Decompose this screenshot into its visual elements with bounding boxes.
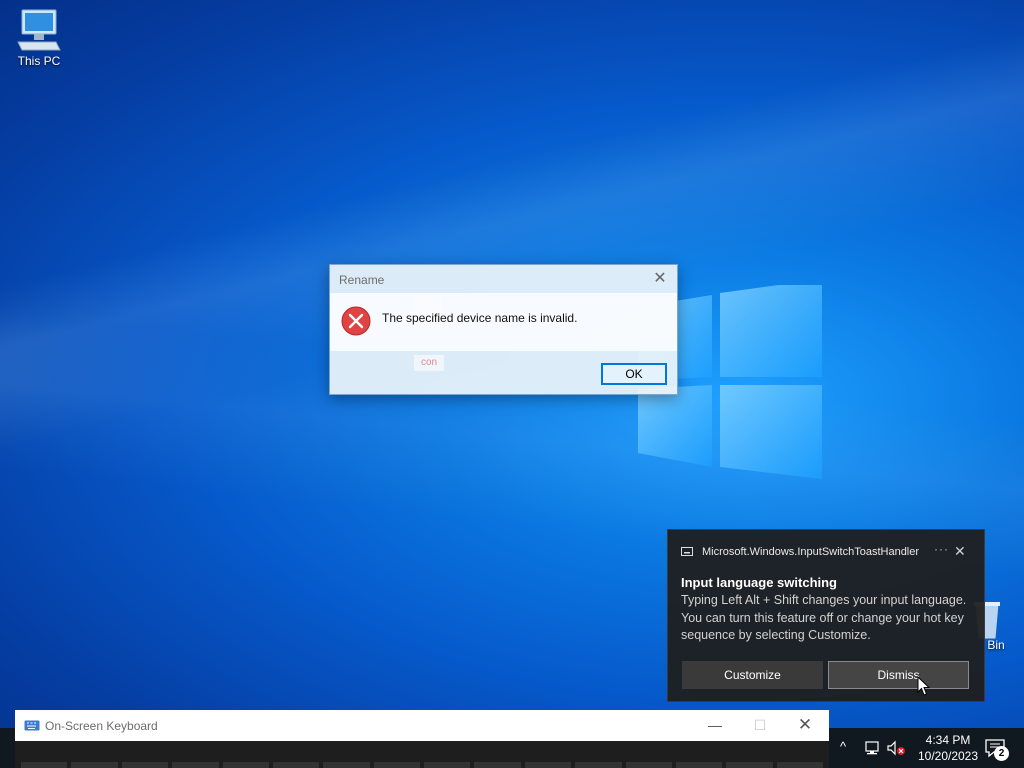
keyboard-icon xyxy=(681,547,693,556)
volume-muted-icon[interactable] xyxy=(886,740,906,756)
ok-button[interactable]: OK xyxy=(601,363,667,385)
osk-key[interactable] xyxy=(675,762,723,768)
notification-count-badge: 2 xyxy=(994,746,1009,761)
clock[interactable]: 4:34 PM 10/20/2023 xyxy=(910,732,986,764)
desktop-icon-this-pc[interactable]: This PC xyxy=(1,8,77,68)
osk-key[interactable] xyxy=(323,762,370,768)
rename-error-dialog: Rename ✕ The specified device name is in… xyxy=(329,264,678,395)
osk-key[interactable] xyxy=(71,762,118,768)
osk-minimize-button[interactable]: — xyxy=(703,715,727,735)
input-switch-toast: Microsoft.Windows.InputSwitchToastHandle… xyxy=(667,529,985,702)
clock-time: 4:34 PM xyxy=(925,733,971,747)
osk-title: On-Screen Keyboard xyxy=(45,719,158,733)
computer-icon xyxy=(17,9,61,51)
osk-key[interactable] xyxy=(776,762,823,768)
osk-key[interactable] xyxy=(21,762,68,768)
osk-key[interactable] xyxy=(222,762,269,768)
osk-key[interactable] xyxy=(424,762,471,768)
toast-body: Typing Left Alt + Shift changes your inp… xyxy=(681,593,967,642)
error-icon xyxy=(341,306,371,336)
osk-key[interactable] xyxy=(121,762,169,768)
network-icon[interactable] xyxy=(864,740,882,756)
show-hidden-icons-button[interactable]: ^ xyxy=(840,739,846,755)
ghost-file-label: con xyxy=(414,355,444,371)
osk-key-row xyxy=(21,762,823,768)
keyboard-icon xyxy=(24,720,40,731)
osk-key[interactable] xyxy=(625,762,672,768)
osk-key[interactable] xyxy=(272,762,320,768)
osk-key[interactable] xyxy=(726,762,773,768)
toast-more-options-button[interactable]: ··· xyxy=(934,542,949,556)
dismiss-button[interactable]: Dismiss xyxy=(828,661,969,689)
toast-title: Input language switching xyxy=(681,575,837,590)
toast-app-name: Microsoft.Windows.InputSwitchToastHandle… xyxy=(702,546,920,558)
customize-button[interactable]: Customize xyxy=(682,661,823,689)
osk-key[interactable] xyxy=(172,762,219,768)
dialog-message: The specified device name is invalid. xyxy=(382,311,578,325)
on-screen-keyboard-window: On-Screen Keyboard — ☐ ✕ xyxy=(15,710,829,768)
osk-key[interactable] xyxy=(575,762,622,768)
desktop-icon-label: Bin xyxy=(987,638,1005,652)
osk-key[interactable] xyxy=(524,762,572,768)
osk-titlebar[interactable]: On-Screen Keyboard — ☐ ✕ xyxy=(15,710,829,741)
osk-close-button[interactable]: ✕ xyxy=(793,715,817,735)
mouse-cursor-icon xyxy=(917,676,930,696)
clock-date: 10/20/2023 xyxy=(917,749,979,763)
osk-key[interactable] xyxy=(474,762,521,768)
system-tray: ^ 4:34 PM 10/20/2023 2 xyxy=(836,728,1024,768)
toast-close-button[interactable]: ✕ xyxy=(954,543,966,560)
osk-key[interactable] xyxy=(373,762,420,768)
dialog-close-button[interactable]: ✕ xyxy=(649,268,671,290)
dialog-body: The specified device name is invalid. xyxy=(330,293,677,351)
desktop-icon-label: This PC xyxy=(17,54,61,68)
osk-maximize-button[interactable]: ☐ xyxy=(748,715,772,735)
dialog-title: Rename xyxy=(339,273,385,287)
